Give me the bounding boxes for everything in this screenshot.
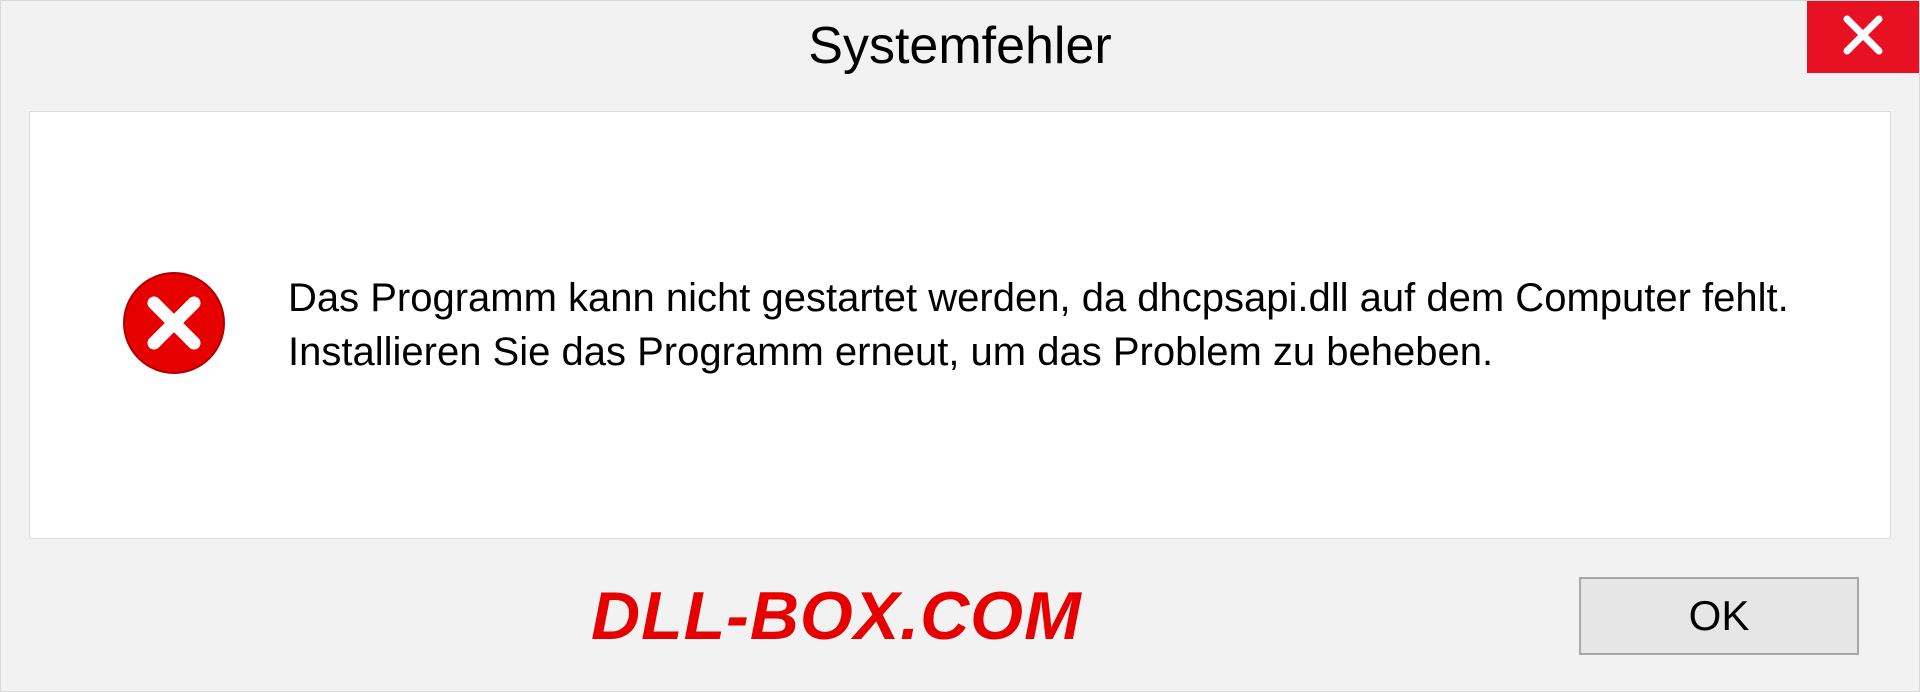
- titlebar: Systemfehler: [1, 1, 1919, 91]
- error-dialog: Systemfehler Das Programm kann nicht ges…: [0, 0, 1920, 692]
- bottom-bar: DLL-BOX.COM OK: [1, 559, 1919, 691]
- dialog-title: Systemfehler: [808, 16, 1111, 76]
- ok-button[interactable]: OK: [1579, 577, 1859, 655]
- content-panel: Das Programm kann nicht gestartet werden…: [29, 111, 1891, 539]
- watermark-text: DLL-BOX.COM: [591, 577, 1082, 655]
- error-icon: [120, 269, 228, 382]
- close-button[interactable]: [1807, 1, 1919, 73]
- close-icon: [1841, 13, 1885, 62]
- ok-button-label: OK: [1689, 592, 1750, 640]
- error-message: Das Programm kann nicht gestartet werden…: [288, 271, 1830, 379]
